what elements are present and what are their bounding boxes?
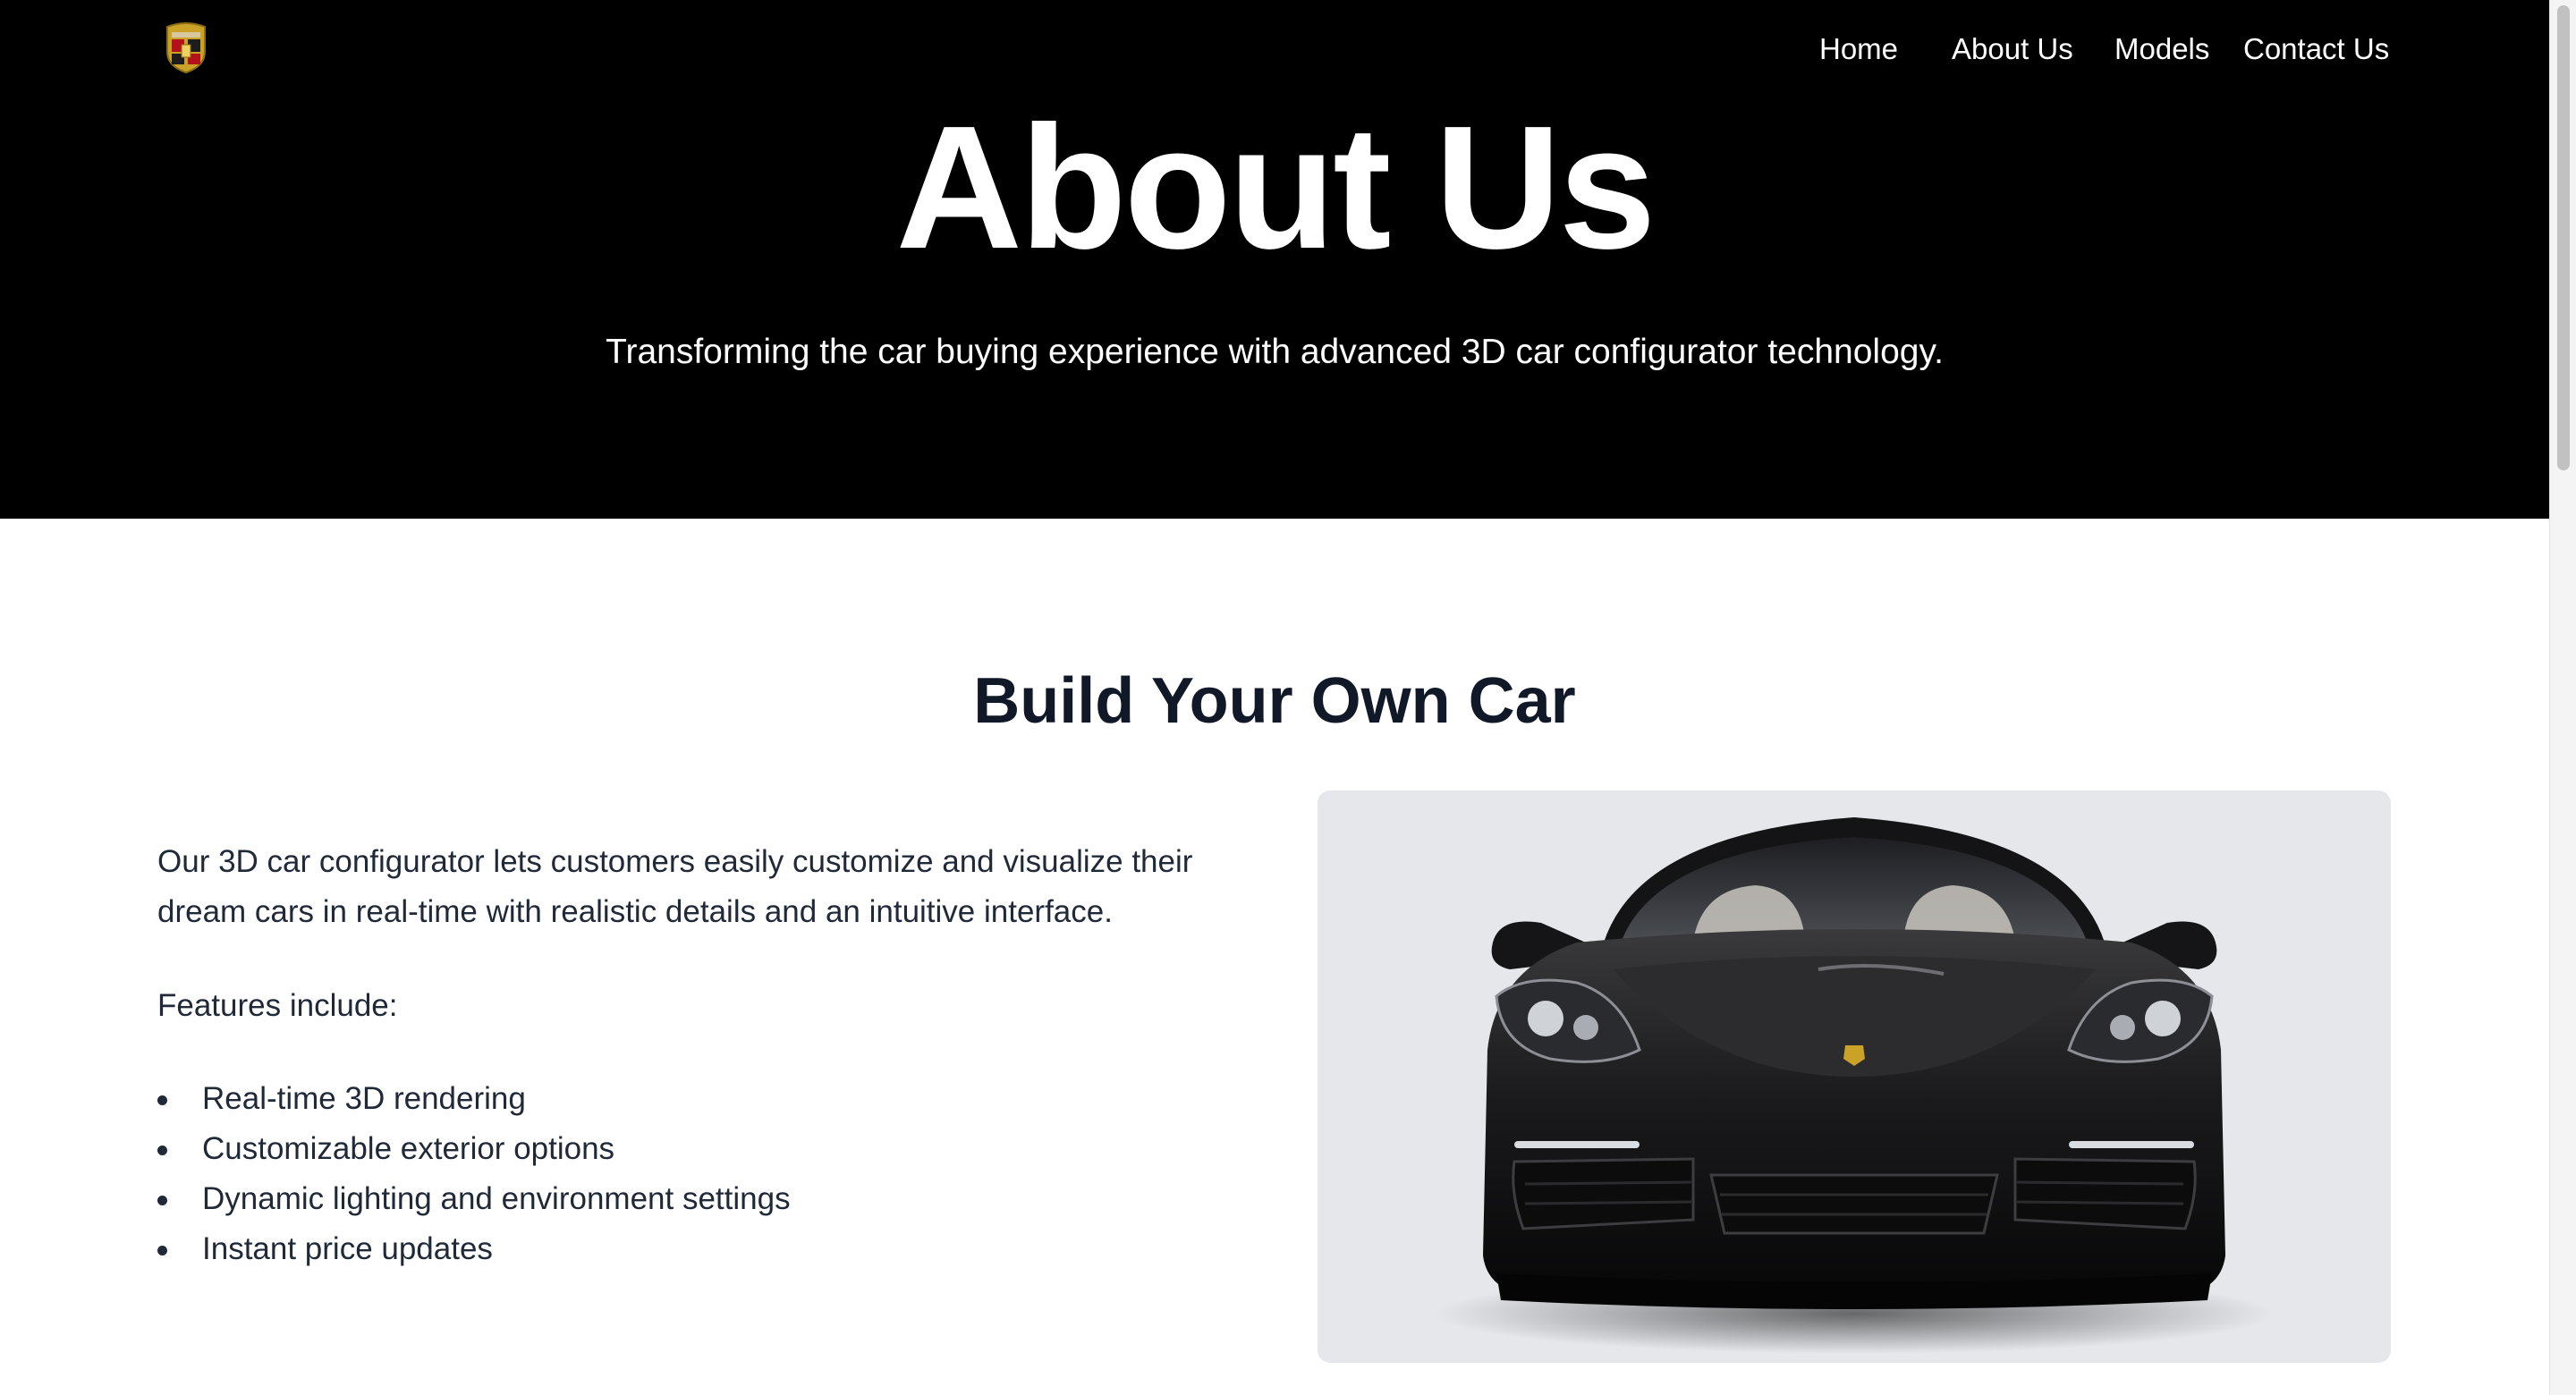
scrollbar-thumb[interactable] bbox=[2557, 5, 2570, 470]
nav-link-home[interactable]: Home bbox=[1819, 27, 1898, 72]
section-description: Our 3D car configurator lets customers e… bbox=[157, 844, 1193, 929]
bullet-icon bbox=[157, 1146, 167, 1155]
vertical-scrollbar[interactable] bbox=[2549, 0, 2576, 1395]
feature-text: Customizable exterior options bbox=[202, 1131, 615, 1166]
feature-text: Real-time 3D rendering bbox=[202, 1081, 526, 1116]
feature-item: Real-time 3D rendering bbox=[157, 1074, 791, 1124]
crest-logo-icon[interactable] bbox=[165, 21, 208, 73]
hero-section: Home About Us Models Contact Us About Us… bbox=[0, 0, 2549, 519]
feature-item: Customizable exterior options bbox=[157, 1124, 791, 1174]
bullet-icon bbox=[157, 1196, 167, 1205]
feature-item: Dynamic lighting and environment setting… bbox=[157, 1174, 791, 1224]
hero-subtitle: Transforming the car buying experience w… bbox=[606, 333, 1944, 371]
page-title: About Us bbox=[895, 89, 1657, 285]
page: Home About Us Models Contact Us About Us… bbox=[0, 0, 2576, 1395]
feature-item: Instant price updates bbox=[157, 1224, 791, 1274]
feature-list: Real-time 3D rendering Customizable exte… bbox=[157, 1074, 791, 1274]
nav-link-models[interactable]: Models bbox=[2114, 27, 2209, 72]
car-image-card bbox=[1318, 790, 2391, 1363]
features-label: Features include: bbox=[157, 988, 398, 1023]
bullet-icon bbox=[157, 1095, 167, 1105]
section-title: Build Your Own Car bbox=[973, 665, 1576, 737]
bullet-icon bbox=[157, 1246, 167, 1256]
feature-text: Instant price updates bbox=[202, 1231, 493, 1266]
nav-link-about-us[interactable]: About Us bbox=[1952, 27, 2073, 72]
car-image bbox=[1434, 817, 2275, 1354]
feature-text: Dynamic lighting and environment setting… bbox=[202, 1181, 791, 1216]
nav-link-contact-us[interactable]: Contact Us bbox=[2243, 27, 2389, 72]
